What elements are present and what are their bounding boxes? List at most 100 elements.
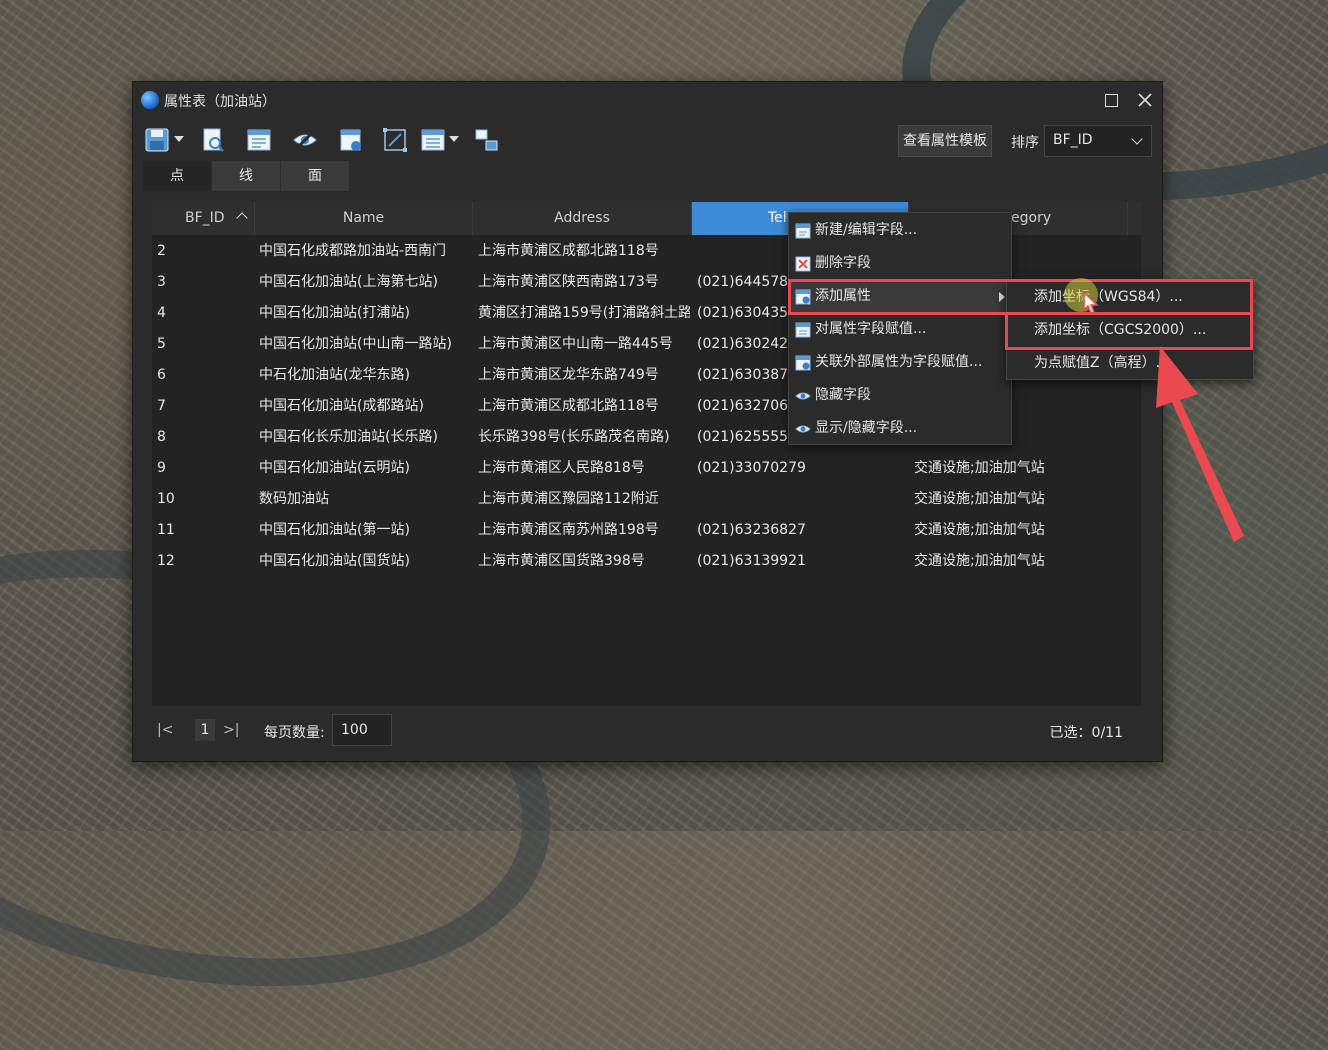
menu-item-show-hide-fields[interactable]: 显示/隐藏字段... — [789, 412, 1011, 445]
table-row[interactable]: 12 中国石化加油站(国货站) 上海市黄浦区国货路398号 (021)63139921… — [152, 546, 1141, 577]
cell-bf-id: 8 — [157, 429, 166, 445]
last-page-icon[interactable]: >| — [223, 722, 239, 738]
cell-name: 中国石化加油站(打浦站) — [259, 305, 410, 321]
edit-form-icon[interactable] — [245, 126, 273, 154]
page-size-input[interactable]: 100 — [332, 714, 392, 746]
cell-bf-id: 11 — [157, 522, 175, 538]
menu-item-label: 删除字段 — [815, 255, 871, 271]
title-bar: 属性表（加油站） — [133, 82, 1162, 118]
close-icon — [1138, 93, 1152, 107]
delete-field-icon — [795, 256, 811, 272]
cell-address: 上海市黄浦区国货路398号 — [478, 553, 645, 569]
cell-category: 交通设施;加油加气站 — [914, 522, 1045, 538]
cell-address: 上海市黄浦区南苏州路198号 — [478, 522, 659, 538]
table-row[interactable]: 9 中国石化加油站(云明站) 上海市黄浦区人民路818号 (021)33070279 交… — [152, 453, 1141, 484]
column-header-name[interactable]: Name — [255, 202, 473, 235]
sort-label: 排序 — [1011, 135, 1039, 151]
menu-item-hide-field[interactable]: 隐藏字段 — [789, 379, 1011, 412]
close-button[interactable] — [1133, 88, 1157, 112]
app-logo-icon — [141, 91, 159, 109]
cell-address: 上海市黄浦区人民路818号 — [478, 460, 645, 476]
eye-icon — [795, 425, 811, 433]
view-attribute-template-button[interactable]: 查看属性模板 — [898, 125, 992, 157]
menu-item-label: 关联外部属性为字段赋值... — [815, 354, 983, 370]
menu-item-relate-external[interactable]: 关联外部属性为字段赋值... — [789, 346, 1011, 379]
cell-address: 上海市黄浦区成都北路118号 — [478, 398, 659, 414]
cell-address: 上海市黄浦区陕西南路173号 — [478, 274, 659, 290]
menu-item-label: 新建/编辑字段... — [815, 222, 918, 238]
sort-select[interactable]: BF_ID — [1044, 125, 1152, 157]
first-page-icon[interactable]: |< — [157, 722, 173, 738]
field-calc-icon[interactable] — [337, 126, 365, 154]
table-row[interactable]: 11 中国石化加油站(第一站) 上海市黄浦区南苏州路198号 (021)6323682… — [152, 515, 1141, 546]
column-header-label: Tel — [768, 210, 787, 226]
sort-value: BF_ID — [1053, 132, 1093, 148]
chevron-down-icon — [1131, 133, 1143, 145]
page-size-label: 每页数量: — [264, 725, 325, 741]
cell-tel: (021)63236827 — [697, 522, 806, 538]
table-row[interactable]: 10 数码加油站 上海市黄浦区豫园路112附近 交通设施;加油加气站 — [152, 484, 1141, 515]
page-number[interactable]: 1 — [195, 719, 215, 741]
selected-count: 已选：0/11 — [1049, 725, 1123, 741]
save-icon[interactable] — [143, 126, 171, 154]
menu-item-label: 隐藏字段 — [815, 387, 871, 403]
cell-bf-id: 5 — [157, 336, 166, 352]
cell-address: 上海市黄浦区豫园路112附近 — [478, 491, 659, 507]
cell-address: 黄浦区打浦路159号(打浦路斜土路) — [478, 305, 690, 321]
hide-icon[interactable] — [291, 126, 319, 154]
save-dropdown-icon[interactable] — [174, 136, 184, 142]
menu-item-assign-field[interactable]: 对属性字段赋值... — [789, 313, 1011, 346]
edit-field-icon — [795, 223, 811, 239]
tab-line[interactable]: 线 — [212, 161, 281, 191]
tab-point[interactable]: 点 — [143, 161, 212, 191]
cell-tel — [697, 484, 907, 515]
column-context-menu: 新建/编辑字段... 删除字段 添加属性 对属性字段赋值... 关联外部属性为字… — [788, 212, 1012, 445]
sort-ascending-icon — [236, 212, 248, 224]
cell-bf-id: 3 — [157, 274, 166, 290]
menu-item-delete-field[interactable]: 删除字段 — [789, 247, 1011, 280]
menu-item-new-edit-field[interactable]: 新建/编辑字段... — [789, 214, 1011, 247]
cell-tel: (021)63139921 — [697, 553, 806, 569]
menu-item-label: 显示/隐藏字段... — [815, 420, 918, 436]
cell-name: 中国石化成都路加油站-西南门 — [259, 243, 447, 259]
cell-name: 中国石化加油站(国货站) — [259, 553, 410, 569]
cell-name: 中国石化加油站(成都路站) — [259, 398, 424, 414]
highlight-box-add-attribute — [788, 279, 1253, 315]
cursor-pointer-icon — [1083, 290, 1099, 314]
field-list-icon[interactable] — [419, 126, 447, 154]
cell-bf-id: 7 — [157, 398, 166, 414]
window-title: 属性表（加油站） — [164, 94, 276, 110]
cell-category: 交通设施;加油加气站 — [914, 491, 1045, 507]
relate-external-icon — [795, 355, 811, 371]
zoom-select-icon[interactable] — [381, 126, 409, 154]
column-header-address[interactable]: Address — [473, 202, 692, 235]
cell-name: 中国石化加油站(上海第七站) — [259, 274, 438, 290]
cell-address: 上海市黄浦区龙华东路749号 — [478, 367, 659, 383]
cell-bf-id: 10 — [157, 491, 175, 507]
cell-name: 中国石化长乐加油站(长乐路) — [259, 429, 438, 445]
toolbar — [141, 124, 1154, 158]
field-list-dropdown-icon[interactable] — [449, 136, 459, 142]
cell-name: 中国石化加油站(第一站) — [259, 522, 410, 538]
cell-address: 长乐路398号(长乐路茂名南路) — [478, 429, 670, 445]
relate-icon[interactable] — [473, 126, 501, 154]
assign-field-icon — [795, 322, 811, 338]
cell-bf-id: 4 — [157, 305, 166, 321]
cell-address: 上海市黄浦区成都北路118号 — [478, 243, 659, 259]
pagination-bar: |< 1 >| 每页数量: 100 已选：0/11 — [152, 710, 1141, 750]
eye-icon — [795, 392, 811, 400]
cell-name: 中石化加油站(龙华东路) — [259, 367, 410, 383]
cell-name: 中国石化加油站(中山南一路站) — [259, 336, 452, 352]
maximize-button[interactable] — [1099, 88, 1123, 112]
cell-name: 数码加油站 — [259, 491, 329, 507]
submenu-item-label: 为点赋值Z（高程）... — [1034, 355, 1169, 371]
tab-polygon[interactable]: 面 — [281, 161, 350, 191]
cell-bf-id: 12 — [157, 553, 175, 569]
column-header-label: egory — [1011, 210, 1052, 226]
cell-bf-id: 2 — [157, 243, 166, 259]
column-header-bf-id[interactable]: BF_ID — [152, 202, 255, 235]
cell-category: 交通设施;加油加气站 — [914, 460, 1045, 476]
cell-bf-id: 6 — [157, 367, 166, 383]
query-icon[interactable] — [199, 126, 227, 154]
column-header-label: BF_ID — [185, 210, 225, 226]
